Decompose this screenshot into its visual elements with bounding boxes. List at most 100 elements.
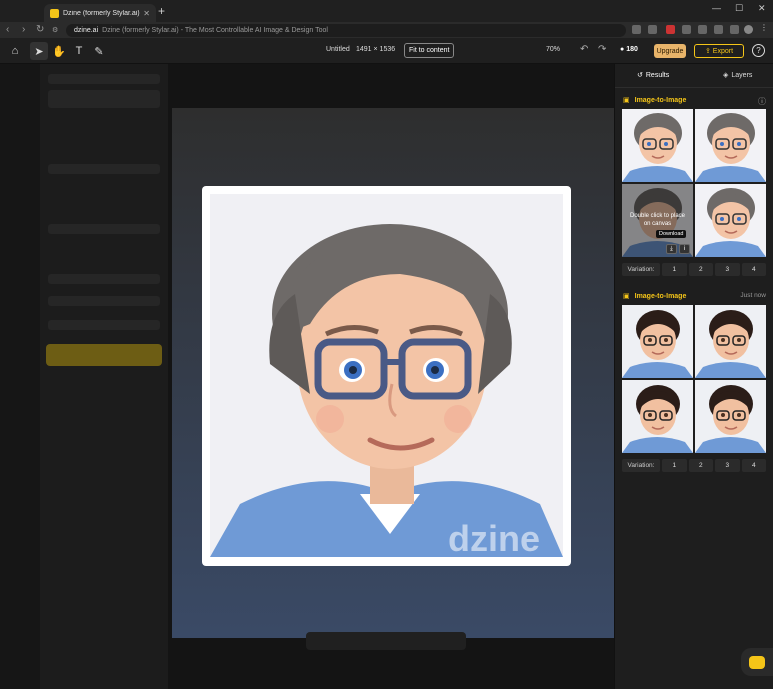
variation-row-1: Variation: 1 2 3 4 [622,263,766,276]
select-tool-icon[interactable]: ➤ [30,42,48,60]
image-preview-card[interactable]: dzine [202,186,571,566]
result-thumbnail[interactable] [695,305,766,378]
url-page-title: Dzine (formerly Stylar.ai) - The Most Co… [102,27,328,34]
forward-icon[interactable]: › [22,24,25,35]
flag-extension-icon[interactable] [666,25,675,34]
section-title-2: ▣ Image-to-Image [623,292,687,301]
results-layers-tabs: ↺ Results ◈ Layers [615,64,773,88]
canvas-size-dropdown[interactable]: 1491 × 1536 [356,46,395,53]
site-info-icon[interactable]: ⚙ [52,26,58,34]
generate-button-blurred [46,344,162,366]
panel-placeholder [48,320,160,330]
info-icon[interactable]: ⓘ [758,96,766,107]
document-title[interactable]: Untitled [326,46,350,53]
left-panel-blurred [40,64,168,689]
extension-icon[interactable] [698,25,707,34]
variation-label: Variation: [622,263,660,276]
info-icon[interactable]: i [679,244,690,254]
extension-icon[interactable] [648,25,657,34]
close-tab-icon[interactable]: ✕ [143,9,150,18]
back-icon[interactable]: ‹ [6,24,9,35]
canvas-bottom-toolbar-blurred [306,632,466,650]
panel-placeholder [48,296,160,306]
dzine-favicon-icon [50,8,59,18]
app-toolbar: ⌂ ➤ ✋ T ✎ Untitled 1491 × 1536 Fit to co… [0,38,773,64]
panel-placeholder [48,74,160,84]
variation-button-1[interactable]: 1 [662,459,687,472]
variation-button-3[interactable]: 3 [715,263,740,276]
result-thumbnail[interactable] [695,109,766,182]
credits-value: 180 [626,46,638,53]
address-bar-row: ‹ › ↻ ⚙ dzine.ai Dzine (formerly Stylar.… [0,22,773,38]
reload-icon[interactable]: ↻ [36,24,44,35]
section-timestamp: Just now [740,292,766,299]
variation-button-4[interactable]: 4 [741,459,766,472]
history-icon: ↺ [637,72,643,79]
extension-icon[interactable] [714,25,723,34]
dzine-watermark: dzine [448,518,541,557]
image-icon: ▣ [623,97,630,104]
tab-results-label: Results [645,71,670,79]
layers-icon: ◈ [723,72,729,79]
sidebar-icon[interactable] [730,25,739,34]
image-icon: ▣ [623,293,630,300]
result-thumbnail[interactable] [622,305,693,378]
text-tool-icon[interactable]: T [70,42,88,60]
portrait-image: dzine [210,194,563,557]
variation-button-1[interactable]: 1 [662,263,687,276]
variation-button-2[interactable]: 2 [688,263,713,276]
browser-tab-title: Dzine (formerly Stylar.ai) - The M [63,9,140,17]
undo-icon[interactable]: ↶ [580,44,588,55]
panel-placeholder [48,90,160,108]
overlay-text: Double click to place on canvas [629,212,686,227]
download-tooltip: Download [656,230,687,238]
redo-icon[interactable]: ↷ [598,44,606,55]
result-thumbnail[interactable] [622,109,693,182]
new-tab-icon[interactable]: + [158,4,165,18]
hand-tool-icon[interactable]: ✋ [50,42,68,60]
maximize-icon[interactable]: ☐ [735,3,743,14]
browser-tab[interactable]: Dzine (formerly Stylar.ai) - The M ✕ [44,4,156,22]
profile-avatar-icon[interactable] [744,25,753,34]
variation-row-2: Variation: 1 2 3 4 [622,459,766,472]
result-thumbnail[interactable] [695,184,766,257]
zoom-dropdown[interactable]: 70% [546,46,560,53]
download-icon[interactable]: ⤓ [666,244,677,254]
section-title-1: ▣ Image-to-Image [623,96,687,105]
help-icon[interactable]: ? [752,44,765,57]
chat-icon [749,655,765,669]
variation-button-2[interactable]: 2 [688,459,713,472]
chat-support-button[interactable] [741,648,773,676]
browser-menu-icon[interactable]: ⋮ [760,23,769,32]
variation-button-3[interactable]: 3 [715,459,740,472]
left-tool-rail [0,64,40,689]
export-label: Export [712,47,734,55]
result-thumbnail[interactable] [695,380,766,453]
upgrade-button[interactable]: Upgrade [654,44,686,58]
result-thumbnail-hovered[interactable]: Double click to place on canvas Download… [622,184,693,257]
tab-layers-label: Layers [731,71,753,79]
result-thumbnail[interactable] [622,380,693,453]
url-field[interactable]: dzine.ai Dzine (formerly Stylar.ai) - Th… [66,24,626,37]
variation-button-4[interactable]: 4 [741,263,766,276]
tab-results[interactable]: ↺ Results [637,71,670,80]
panel-placeholder [48,224,160,234]
fit-to-content-button[interactable]: Fit to content [404,43,455,58]
home-icon[interactable]: ⌂ [6,42,24,60]
panel-placeholder [48,164,160,174]
section-title-1-label: Image-to-Image [634,96,687,104]
credits-count: ● 180 [620,46,638,53]
panel-placeholder [48,274,160,284]
download-icon[interactable] [682,25,691,34]
variation-label: Variation: [622,459,660,472]
pen-tool-icon[interactable]: ✎ [90,42,108,60]
browser-tab-bar: Dzine (formerly Stylar.ai) - The M ✕ + —… [0,0,773,22]
extension-icon[interactable] [632,25,641,34]
section-title-2-label: Image-to-Image [634,292,687,300]
export-button[interactable]: ⇪ Export [694,44,744,58]
url-host: dzine.ai [74,27,99,34]
right-results-panel: ↺ Results ◈ Layers ▣ Image-to-Image ⓘ Do… [614,64,773,689]
minimize-icon[interactable]: — [712,3,721,13]
close-window-icon[interactable]: ✕ [758,3,766,14]
tab-layers[interactable]: ◈ Layers [723,71,753,80]
